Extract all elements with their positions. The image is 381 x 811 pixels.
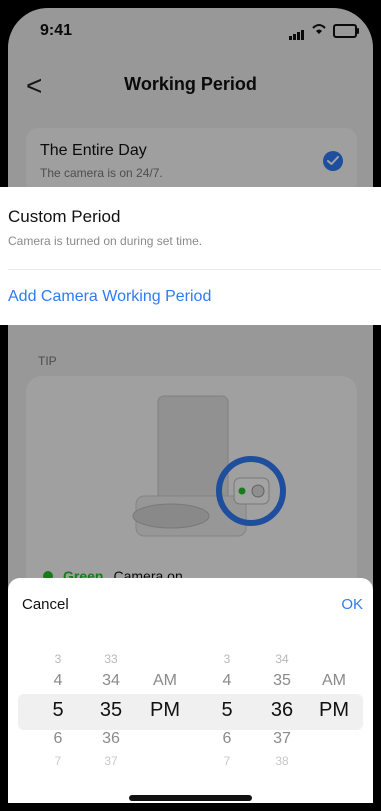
end-hour-6: 6 <box>222 730 232 747</box>
cancel-button[interactable]: Cancel <box>22 596 69 613</box>
phone-frame: 9:41 < Working Period The Entire Day The… <box>0 0 381 811</box>
start-min-34: 34 <box>102 672 120 689</box>
start-min-36: 36 <box>102 730 120 747</box>
end-hour-7: 7 <box>223 754 231 768</box>
end-ampm-column[interactable]: AM PM <box>304 648 364 772</box>
custom-period-sheet: Custom Period Camera is turned on during… <box>0 187 381 325</box>
end-hour-column[interactable]: 3 4 5 6 7 <box>197 648 257 772</box>
end-hour-3: 3 <box>223 652 231 666</box>
end-hour-4: 4 <box>222 672 232 689</box>
home-indicator <box>129 795 252 801</box>
end-min-37: 37 <box>273 730 291 747</box>
start-min-37: 37 <box>104 754 118 768</box>
custom-subtitle: Camera is turned on during set time. <box>8 234 203 248</box>
start-min-33: 33 <box>104 652 118 666</box>
end-minute-column[interactable]: 34 35 36 37 38 <box>252 648 312 772</box>
start-hour-4: 4 <box>53 672 63 689</box>
end-min-38: 38 <box>275 754 289 768</box>
end-min-36: 36 <box>270 699 294 721</box>
start-pm: PM <box>150 699 180 721</box>
add-period-link[interactable]: Add Camera Working Period <box>8 288 211 306</box>
end-min-35: 35 <box>273 672 291 689</box>
end-am: AM <box>322 672 346 689</box>
start-hour-column[interactable]: 3 4 5 6 7 <box>28 648 88 772</box>
start-hour-7: 7 <box>54 754 62 768</box>
start-min-35: 35 <box>99 699 123 721</box>
start-ampm-column[interactable]: AM PM <box>135 648 195 772</box>
start-hour-5: 5 <box>52 699 64 721</box>
start-minute-column[interactable]: 33 34 35 36 37 <box>81 648 141 772</box>
start-am: AM <box>153 672 177 689</box>
end-ampm-spacer-top <box>304 648 364 670</box>
custom-title: Custom Period <box>8 207 121 226</box>
start-hour-6: 6 <box>53 730 63 747</box>
end-ampm-spacer <box>304 728 364 750</box>
start-ampm-spacer-bottom <box>135 750 195 772</box>
end-hour-5: 5 <box>221 699 233 721</box>
start-hour-3: 3 <box>54 652 62 666</box>
end-pm: PM <box>319 699 349 721</box>
end-ampm-spacer-bottom <box>304 750 364 772</box>
time-picker-sheet: Cancel OK 3 4 5 6 7 33 34 35 36 37 AM PM… <box>8 578 373 803</box>
start-ampm-spacer <box>135 728 195 750</box>
end-min-34: 34 <box>275 652 289 666</box>
start-ampm-spacer-top <box>135 648 195 670</box>
ok-button[interactable]: OK <box>341 596 363 613</box>
divider <box>8 269 381 270</box>
